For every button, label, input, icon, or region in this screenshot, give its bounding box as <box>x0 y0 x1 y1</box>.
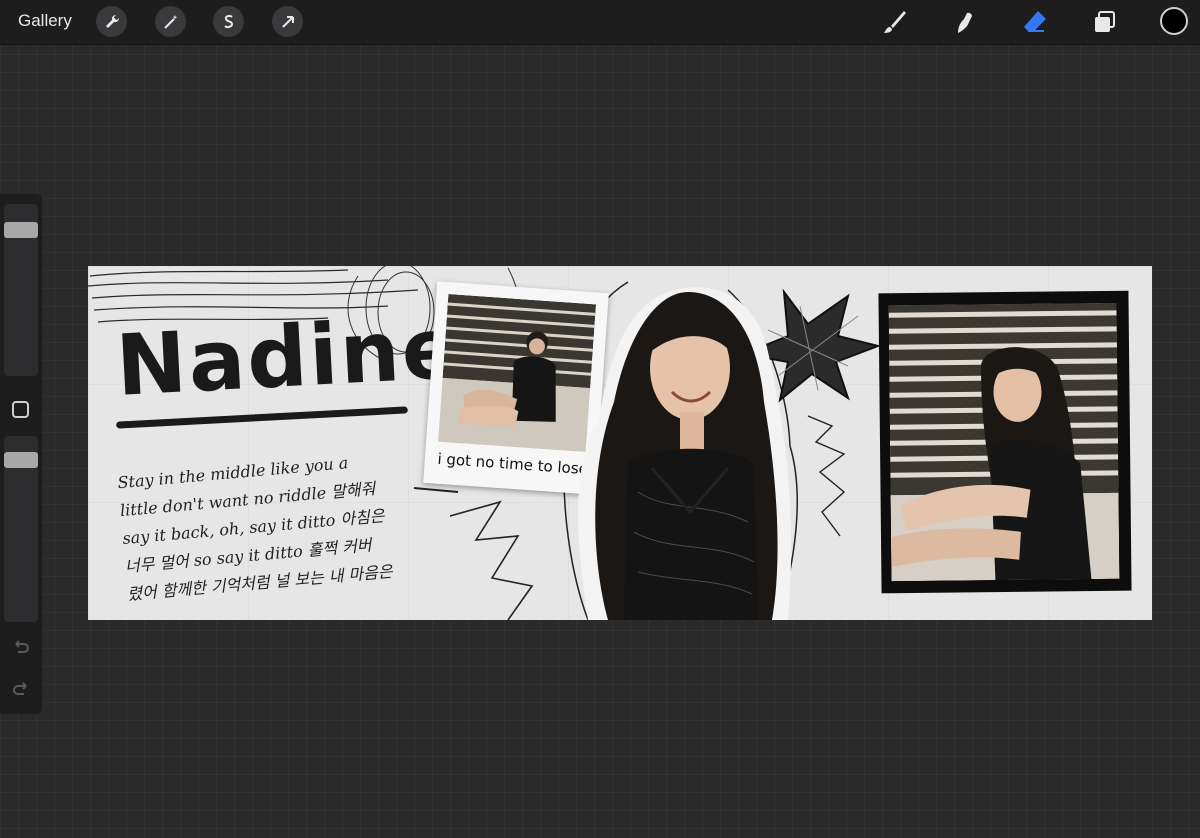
redo-icon[interactable] <box>10 678 32 700</box>
color-picker-button[interactable] <box>1160 7 1188 35</box>
selection-icon[interactable] <box>213 6 244 37</box>
modify-square-icon[interactable] <box>12 401 29 418</box>
artwork-canvas[interactable]: Nadine. Stay in the middle like you a li… <box>88 266 1152 620</box>
gallery-button[interactable]: Gallery <box>18 11 72 31</box>
layers-icon[interactable] <box>1090 7 1120 37</box>
eraser-icon[interactable] <box>1020 7 1050 37</box>
opacity-thumb[interactable] <box>4 452 38 468</box>
transform-arrow-icon[interactable] <box>272 6 303 37</box>
center-cutout-photo <box>568 272 800 620</box>
framed-photo-image <box>888 302 1120 582</box>
undo-icon[interactable] <box>10 636 32 658</box>
brush-size-thumb[interactable] <box>4 222 38 238</box>
wrench-icon[interactable] <box>96 6 127 37</box>
lyrics-block: Stay in the middle like you a little don… <box>116 443 427 609</box>
brush-icon[interactable] <box>880 7 910 37</box>
smudge-icon[interactable] <box>950 7 980 37</box>
left-sidebar <box>0 194 42 714</box>
framed-photo <box>878 290 1132 594</box>
magic-wand-icon[interactable] <box>155 6 186 37</box>
top-toolbar: Gallery <box>0 0 1200 45</box>
